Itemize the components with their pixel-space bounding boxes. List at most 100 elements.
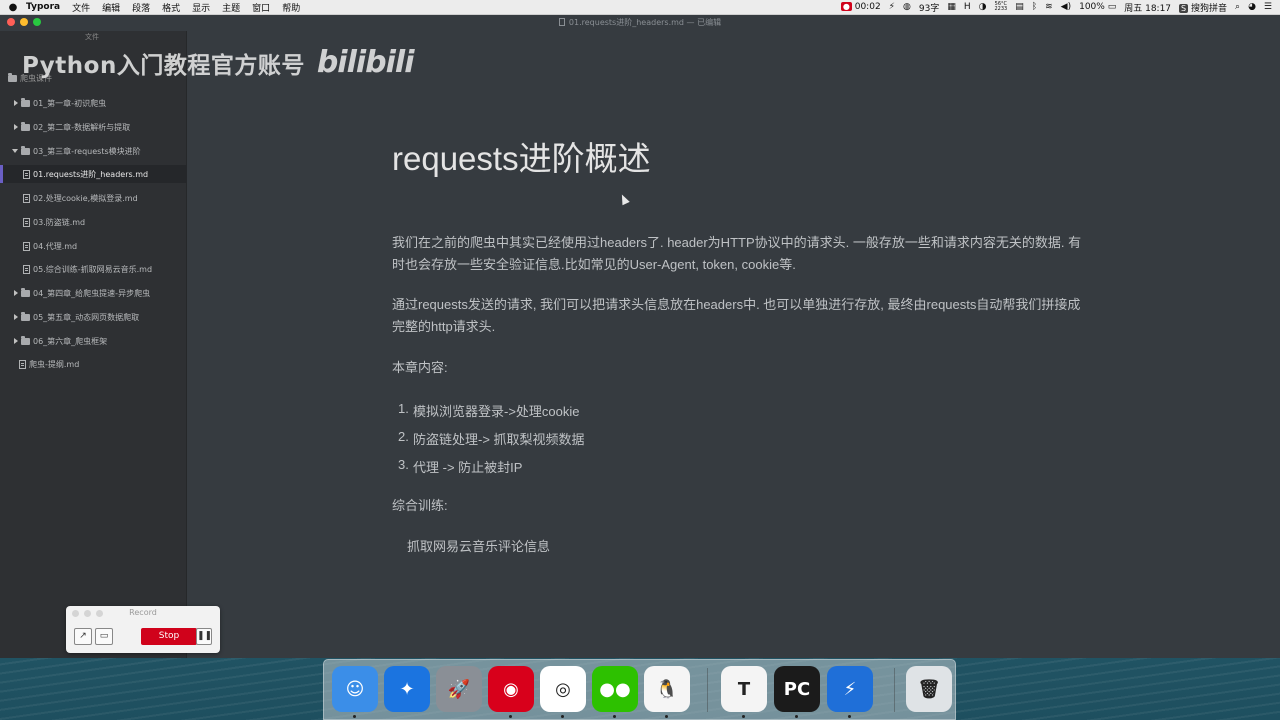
file-icon [23,241,30,251]
battery-icon: ▭ [1107,2,1117,12]
bluetooth-icon[interactable]: ᛒ [1032,2,1037,12]
paragraph-2[interactable]: 通过requests发送的请求, 我们可以把请求头信息放在headers中. 也… [392,294,1082,338]
file-icon [19,359,26,369]
record-widget[interactable]: Record ↗ ▭ Stop ❚❚ [66,606,220,653]
battery-status[interactable]: 100% ▭ [1079,2,1116,12]
menu-view[interactable]: 显示 [192,1,210,14]
menu-file[interactable]: 文件 [72,1,90,14]
record-icon: ● [840,2,852,11]
folder-icon [21,121,30,131]
safari-icon[interactable]: ✦ [384,666,430,712]
app-menu[interactable]: Typora [26,2,60,12]
window-titlebar[interactable]: 01.requests进阶_headers.md — 已编辑 [0,15,1280,31]
color-icon[interactable]: ◑ [979,2,987,12]
menu-paragraph[interactable]: 段落 [132,1,150,14]
trash-icon[interactable]: 🗑 [906,666,952,712]
finder-icon[interactable]: ☺ [332,666,378,712]
apple-menu-icon[interactable]: ● [0,2,26,13]
volume-icon[interactable]: ◀) [1061,2,1071,12]
minimize-window-button[interactable] [20,18,28,26]
tree-item-chapter-1[interactable]: 01_第一章-初识爬虫 [0,94,187,112]
caret-right-icon [14,314,18,320]
pycharm-icon[interactable]: PC [774,666,820,712]
running-indicator [665,715,668,718]
tree-item-label: 04.代理.md [33,241,78,251]
tree-item-chapter-2[interactable]: 02_第二章-数据解析与提取 [0,118,187,136]
menu-edit[interactable]: 编辑 [102,1,120,14]
tree-item-chapter-3[interactable]: 03_第三章-requests模块进阶 [0,142,187,160]
close-window-button[interactable] [7,18,15,26]
screen-recording-status[interactable]: ● 00:02 [840,2,881,12]
clock[interactable]: 周五 18:17 [1124,1,1171,14]
dock: ☺ ✦ 🚀 ◉ ◎ ●● 🐧 T PC ⚡ 🗑 [323,659,956,720]
menu-help[interactable]: 帮助 [282,1,300,14]
screen-region-icon[interactable]: ▭ [95,628,113,645]
caret-right-icon [14,338,18,344]
sidebar-header[interactable]: 文件 [85,32,99,42]
menubar: ● Typora 文件 编辑 段落 格式 显示 主题 窗口 帮助 ● 00:02… [0,0,1280,15]
folder-icon [21,335,30,345]
file-icon [23,264,30,274]
tree-item-chapter-5[interactable]: 05_第五章_动态网页数据爬取 [0,308,187,326]
tree-item-outline-md[interactable]: 爬虫-提纲.md [0,355,187,373]
qq-icon[interactable]: 🐧 [644,666,690,712]
tree-item-referer-md[interactable]: 03.防盗链.md [0,213,187,231]
stop-recording-button[interactable]: Stop [141,628,197,645]
list-text: 防盗链处理-> 抓取梨视频数据 [413,432,585,447]
running-indicator [795,715,798,718]
thunder-icon[interactable]: ⚡ [827,666,873,712]
launchpad-icon[interactable]: 🚀 [436,666,482,712]
input-method[interactable]: S 搜狗拼音 [1179,1,1227,14]
layout-icon[interactable]: ▤ [1015,2,1024,12]
siri-icon[interactable]: ◕ [1248,2,1256,12]
file-tree-sidebar: 文件 爬虫课件 01_第一章-初识爬虫 02_第二章-数据解析与提取 03_第三… [0,31,187,658]
list-item[interactable]: 2. 防盗链处理-> 抓取梨视频数据 [398,429,585,448]
wechat-icon[interactable]: ●● [592,666,638,712]
menu-theme[interactable]: 主题 [222,1,240,14]
list-number: 1. [398,401,409,416]
menu-window[interactable]: 窗口 [252,1,270,14]
paragraph-1[interactable]: 我们在之前的爬虫中其实已经使用过headers了. header为HTTP协议中… [392,232,1082,276]
chrome-icon[interactable]: ◎ [540,666,586,712]
file-icon [23,217,30,227]
notification-center-icon[interactable]: ☰ [1264,2,1272,12]
word-count[interactable]: 93字 [919,1,939,14]
training-label[interactable]: 综合训练: [392,495,1082,517]
wifi-icon[interactable]: ≋ [1045,2,1053,12]
tree-item-label: 爬虫-提纲.md [29,359,80,369]
typora-icon[interactable]: T [721,666,767,712]
training-item[interactable]: 抓取网易云音乐评论信息 [407,536,1097,558]
bolt-icon[interactable]: ⚡ [889,2,895,12]
folder-icon [8,73,17,82]
font-icon[interactable]: H [964,2,971,12]
tree-item-headers-md[interactable]: 01.requests进阶_headers.md [0,165,187,183]
tree-item-chapter-4[interactable]: 04_第四章_给爬虫提速-异步爬虫 [0,284,187,302]
running-indicator [742,715,745,718]
caret-down-icon [12,149,18,153]
list-item[interactable]: 3. 代理 -> 防止被封IP [398,457,522,476]
search-icon[interactable]: ⌕ [1235,2,1240,12]
pause-recording-button[interactable]: ❚❚ [196,628,212,645]
tree-item-chapter-6[interactable]: 06_第六章_爬虫框架 [0,332,187,350]
zoom-window-button[interactable] [33,18,41,26]
temperature-monitor[interactable]: 56°C 2233 [994,2,1007,12]
document-title[interactable]: requests进阶概述 [392,132,651,180]
list-item[interactable]: 1. 模拟浏览器登录->处理cookie [398,401,580,420]
file-icon [23,169,30,179]
tree-item-cookie-md[interactable]: 02.处理cookie,模拟登录.md [0,189,187,207]
fan-speed: 2233 [994,6,1008,12]
chapter-contents-label[interactable]: 本章内容: [392,357,1082,379]
grid-icon[interactable]: ▦ [947,2,956,12]
wechat-status-icon[interactable]: ◍ [903,2,911,12]
menu-format[interactable]: 格式 [162,1,180,14]
tree-item-training-md[interactable]: 05.综合训练-抓取网易云音乐.md [0,260,187,278]
tree-item-label: 02.处理cookie,模拟登录.md [33,193,138,203]
dock-separator [894,668,895,712]
pen-icon[interactable]: ↗ [74,628,92,645]
channel-watermark: Python入门教程官方账号 bilibili [22,45,414,80]
caret-right-icon [14,124,18,130]
netease-music-icon[interactable]: ◉ [488,666,534,712]
markdown-editor[interactable]: requests进阶概述 我们在之前的爬虫中其实已经使用过headers了. h… [188,31,1280,658]
tree-item-proxy-md[interactable]: 04.代理.md [0,237,187,255]
tree-item-label: 01_第一章-初识爬虫 [33,98,107,108]
